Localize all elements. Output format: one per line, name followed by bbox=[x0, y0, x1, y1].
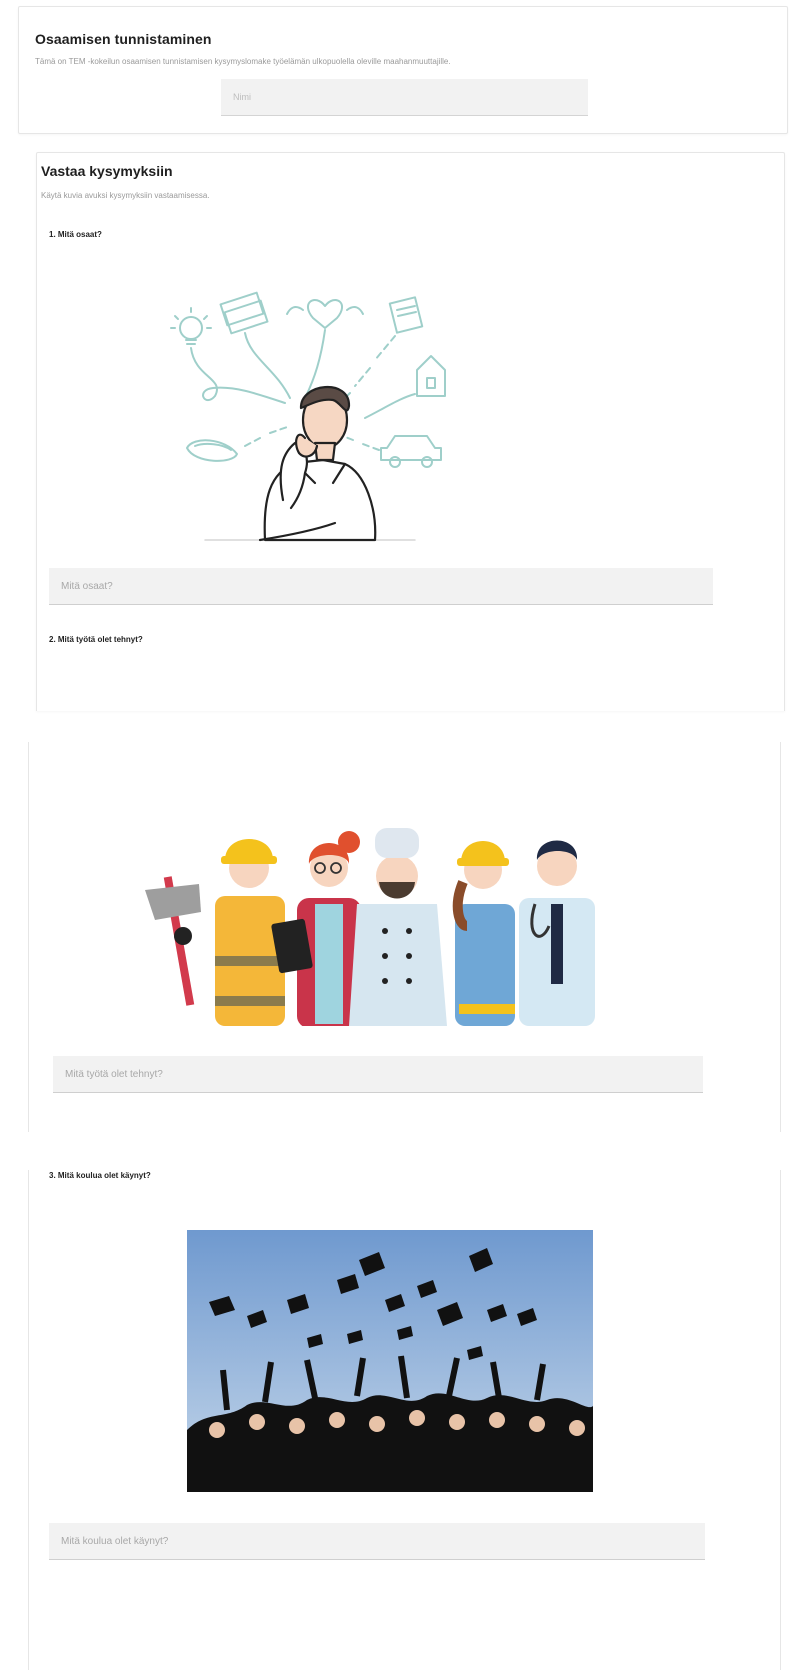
answer-field-q2[interactable] bbox=[53, 1056, 703, 1093]
question-2-label: 2. Mitä työtä olet tehnyt? bbox=[49, 635, 143, 644]
answer-field-q3[interactable] bbox=[49, 1523, 705, 1560]
form-title: Osaamisen tunnistaminen bbox=[35, 31, 212, 47]
answer-field-q1[interactable] bbox=[49, 568, 713, 605]
name-input[interactable] bbox=[221, 79, 588, 116]
section-description: Käytä kuvia avuksi kysymyksiin vastaamis… bbox=[41, 191, 210, 200]
question-2-panel bbox=[28, 742, 781, 1132]
workers-illustration bbox=[137, 786, 607, 1026]
thinking-person-illustration bbox=[165, 278, 455, 548]
section-title: Vastaa kysymyksiin bbox=[41, 163, 173, 179]
question-3-label: 3. Mitä koulua olet käynyt? bbox=[49, 1171, 151, 1180]
form-description: Tämä on TEM -kokeilun osaamisen tunnista… bbox=[35, 57, 451, 66]
form-header-panel: Osaamisen tunnistaminen Tämä on TEM -kok… bbox=[18, 6, 788, 134]
questions-panel: Vastaa kysymyksiin Käytä kuvia avuksi ky… bbox=[36, 152, 785, 711]
graduation-photo bbox=[187, 1230, 593, 1492]
question-1-label: 1. Mitä osaat? bbox=[49, 230, 102, 239]
question-3-panel: 3. Mitä koulua olet käynyt? bbox=[28, 1170, 781, 1670]
form-page: Osaamisen tunnistaminen Tämä on TEM -kok… bbox=[0, 0, 789, 1670]
